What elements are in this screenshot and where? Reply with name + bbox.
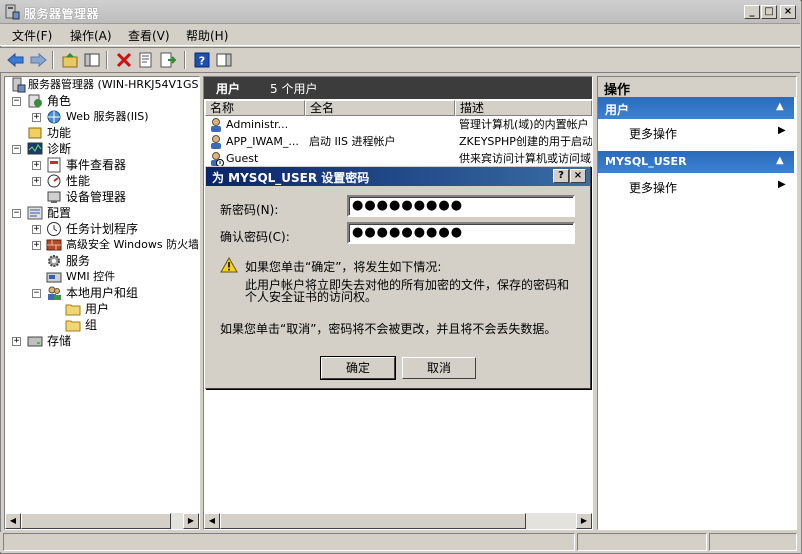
device-manager-icon — [47, 191, 61, 203]
expander-web-server[interactable]: + — [32, 113, 41, 122]
close-button[interactable]: × — [780, 5, 796, 19]
show-action-pane-icon[interactable] — [214, 50, 234, 70]
web-server-icon — [47, 110, 61, 124]
properties-icon[interactable] — [136, 50, 156, 70]
diagnostics-icon — [27, 142, 43, 155]
storage-icon — [27, 336, 43, 347]
expander-storage[interactable]: + — [12, 337, 21, 346]
window-title: 服务器管理器 — [24, 7, 100, 21]
help-icon[interactable]: ? — [192, 50, 212, 70]
expander-configuration[interactable]: − — [12, 209, 21, 218]
folder-icon — [65, 304, 81, 316]
up-folder-icon[interactable] — [60, 50, 80, 70]
table-row[interactable]: Guest 供来宾访问计算机或访问域 — [205, 151, 592, 167]
new-password-input[interactable]: ●●●●●●●●● — [347, 195, 575, 217]
scroll-thumb[interactable] — [21, 513, 171, 529]
services-gear-icon — [48, 255, 60, 267]
scroll-thumb[interactable] — [220, 513, 526, 529]
features-icon — [28, 127, 42, 139]
status-cell — [577, 533, 707, 551]
menu-help[interactable]: 帮助(H) — [186, 27, 228, 44]
maximize-button[interactable]: □ — [761, 5, 777, 19]
table-row[interactable]: APP_IWAM_... 启动 IIS 进程帐户 ZKEYSPHP创建的用于启动 — [205, 134, 592, 150]
scroll-left-button[interactable]: ◀ — [204, 513, 220, 529]
server-icon — [12, 77, 26, 93]
expander-firewall[interactable]: + — [32, 241, 41, 250]
cancel-button[interactable]: 取消 — [402, 357, 476, 379]
dialog-title-bar: 为 MYSQL_USER 设置密码 ? × — [206, 167, 590, 186]
expander-performance[interactable]: + — [32, 177, 41, 186]
warning-detail-2: 个人安全证书的访问权。 — [245, 290, 378, 304]
submenu-arrow-icon: ▶ — [778, 125, 786, 136]
confirm-password-input[interactable]: ●●●●●●●●● — [347, 222, 575, 244]
status-cell — [709, 533, 797, 551]
folder-icon — [65, 320, 81, 332]
column-fullname[interactable]: 全名 — [305, 100, 455, 116]
scroll-right-button[interactable]: ▶ — [576, 513, 592, 529]
actions-pane — [597, 76, 797, 530]
actions-section-mysql-label: MYSQL_USER — [605, 155, 687, 168]
new-password-label: 新密码(N): — [220, 203, 279, 217]
roles-icon — [28, 94, 42, 108]
confirm-password-label: 确认密码(C): — [220, 230, 290, 244]
user-disabled-icon — [211, 152, 224, 167]
user-icon — [211, 135, 221, 149]
minimize-button[interactable]: _ — [744, 5, 760, 19]
wmi-icon — [46, 272, 62, 283]
cancel-note: 如果您单击“取消”，密码将不会被更改，并且将不会丢失数据。 — [220, 322, 557, 336]
collapse-arrow-icon[interactable]: ▲ — [776, 101, 784, 112]
content-header — [204, 77, 592, 99]
menu-action[interactable]: 操作(A) — [70, 27, 112, 44]
clock-icon — [47, 222, 61, 236]
ok-button[interactable]: 确定 — [320, 356, 396, 380]
actions-title: 操作 — [604, 83, 631, 98]
warning-heading: 如果您单击“确定”，将发生如下情况: — [245, 260, 442, 274]
users-group-icon — [48, 286, 61, 300]
dialog-close-button[interactable]: × — [570, 169, 586, 183]
event-viewer-icon — [47, 157, 61, 173]
dialog-title: 为 MYSQL_USER 设置密码 — [212, 171, 370, 185]
scroll-right-button[interactable]: ▶ — [183, 513, 199, 529]
expander-task-scheduler[interactable]: + — [32, 225, 41, 234]
content-header-title: 用户 — [216, 82, 241, 96]
status-cell-main — [3, 533, 575, 551]
tree-label: 服务器管理器 (WIN-HRKJ54V1GS — [28, 78, 199, 91]
expander-diagnostics[interactable]: − — [12, 145, 21, 154]
menu-view[interactable]: 查看(V) — [128, 27, 170, 44]
table-row[interactable]: Administr... 管理计算机(域)的内置帐户 — [205, 117, 592, 133]
more-actions-users[interactable]: 更多操作 — [629, 125, 677, 142]
scroll-left-button[interactable]: ◀ — [5, 513, 21, 529]
warning-icon — [220, 257, 238, 273]
submenu-arrow-icon: ▶ — [778, 179, 786, 190]
more-actions-mysql-user[interactable]: 更多操作 — [629, 179, 677, 196]
title-bar — [0, 0, 800, 24]
forward-icon[interactable] — [28, 50, 48, 70]
server-manager-icon — [5, 4, 20, 20]
menu-file[interactable]: 文件(F) — [12, 27, 52, 44]
expander-event-viewer[interactable]: + — [32, 161, 41, 170]
export-icon[interactable] — [158, 50, 178, 70]
column-description[interactable]: 描述 — [455, 100, 592, 116]
collapse-arrow-icon[interactable]: ▲ — [776, 155, 784, 166]
user-icon — [211, 118, 221, 132]
expander-roles[interactable]: − — [12, 97, 21, 106]
content-header-count: 5 个用户 — [270, 82, 318, 96]
dialog-help-button[interactable]: ? — [553, 169, 569, 183]
svg-text:?: ? — [199, 55, 205, 68]
performance-icon — [47, 174, 61, 188]
show-tree-icon[interactable] — [82, 50, 102, 70]
actions-section-users-label: 用户 — [605, 103, 630, 117]
configuration-icon — [27, 206, 43, 220]
expander-local-users[interactable]: − — [32, 289, 41, 298]
delete-icon[interactable] — [114, 50, 134, 70]
firewall-icon — [46, 239, 62, 251]
menu-bar — [0, 24, 800, 46]
tree-item-firewall[interactable]: 高级安全 Windows 防火墙 — [46, 237, 198, 253]
back-icon[interactable] — [6, 50, 26, 70]
column-name[interactable]: 名称 — [205, 100, 305, 116]
